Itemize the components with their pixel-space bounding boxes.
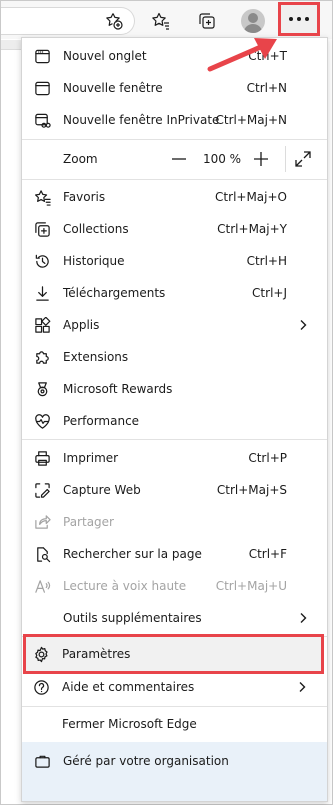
collections-icon	[33, 220, 51, 238]
menu-item-collections[interactable]: Collections Ctrl+Maj+Y	[22, 213, 327, 245]
menu-item-history[interactable]: Historique Ctrl+H	[22, 245, 327, 277]
menu-item-help-and-feedback[interactable]: Aide et commentaires	[21, 671, 326, 703]
menu-item-label: Favoris	[63, 190, 106, 204]
menu-item-shortcut: Ctrl+H	[246, 254, 287, 268]
menu-item-shortcut: Ctrl+Maj+U	[215, 579, 287, 593]
menu-item-find-on-page[interactable]: Rechercher sur la page Ctrl+F	[22, 538, 327, 570]
plus-icon	[254, 152, 268, 166]
menu-item-label: Extensions	[63, 350, 129, 364]
menu-item-shortcut: Ctrl+Maj+N	[215, 113, 287, 127]
managed-by-organization[interactable]: Géré par votre organisation	[22, 742, 327, 801]
menu-item-label: Microsoft Rewards	[63, 382, 173, 396]
printer-icon	[33, 449, 51, 467]
menu-divider	[22, 179, 327, 180]
menu-item-shortcut: Ctrl+J	[252, 286, 287, 300]
inprivate-icon	[33, 111, 51, 129]
menu-item-shortcut: Ctrl+Maj+S	[216, 483, 287, 497]
menu-item-label: Partager	[63, 515, 114, 529]
minus-icon	[172, 158, 186, 160]
zoom-divider	[285, 146, 286, 172]
menu-item-zoom: Zoom 100 %	[22, 140, 327, 178]
menu-item-microsoft-rewards[interactable]: Microsoft Rewards	[22, 373, 327, 405]
menu-item-web-capture[interactable]: Capture Web Ctrl+Maj+S	[22, 474, 327, 506]
find-icon	[33, 545, 51, 563]
menu-item-label: Historique	[63, 254, 125, 268]
chevron-right-icon	[296, 681, 308, 693]
chevron-right-icon	[297, 319, 309, 331]
menu-item-apps[interactable]: Applis	[22, 309, 327, 341]
menu-item-new-inprivate-window[interactable]: Nouvelle fenêtre InPrivate Ctrl+Maj+N	[22, 104, 327, 136]
read-aloud-icon	[33, 577, 51, 595]
zoom-value: 100 %	[202, 152, 242, 166]
menu-item-read-aloud[interactable]: Lecture à voix haute Ctrl+Maj+U	[22, 570, 327, 602]
menu-item-label: Performance	[63, 414, 140, 428]
menu-item-more-tools[interactable]: Outils supplémentaires	[22, 602, 327, 634]
menu-item-label: Capture Web	[63, 483, 141, 497]
menu-item-shortcut: Ctrl+F	[248, 547, 287, 561]
menu-item-label: Nouvelle fenêtre	[63, 81, 163, 95]
menu-item-label: Rechercher sur la page	[63, 547, 202, 561]
menu-item-downloads[interactable]: Téléchargements Ctrl+J	[22, 277, 327, 309]
web-capture-icon	[33, 481, 51, 499]
zoom-in-button[interactable]	[251, 149, 271, 169]
apps-icon	[33, 316, 51, 334]
gear-icon	[32, 645, 50, 663]
menu-item-label: Géré par votre organisation	[63, 754, 229, 768]
menu-item-label: Outils supplémentaires	[63, 611, 202, 625]
menu-item-label: Nouvel onglet	[63, 49, 147, 63]
menu-item-label: Collections	[63, 222, 129, 236]
menu-item-shortcut: Ctrl+Maj+Y	[217, 222, 287, 236]
fullscreen-icon	[295, 151, 311, 167]
favorites-button[interactable]	[145, 5, 177, 37]
new-tab-icon	[33, 47, 51, 65]
menu-item-label: Lecture à voix haute	[63, 579, 187, 593]
fullscreen-button[interactable]	[293, 149, 313, 169]
more-icon	[289, 17, 309, 21]
menu-item-label: Fermer Microsoft Edge	[62, 717, 197, 731]
extensions-icon	[33, 348, 51, 366]
menu-item-close-edge[interactable]: Fermer Microsoft Edge	[21, 708, 326, 740]
history-icon	[33, 252, 51, 270]
menu-item-label: Applis	[63, 318, 100, 332]
menu-item-label: Téléchargements	[63, 286, 166, 300]
menu-item-print[interactable]: Imprimer Ctrl+P	[22, 442, 327, 474]
menu-item-favorites[interactable]: Favoris Ctrl+Maj+O	[22, 181, 327, 213]
menu-item-settings[interactable]: Paramètres	[21, 638, 326, 670]
download-icon	[33, 284, 51, 302]
add-favorite-button[interactable]	[98, 5, 130, 37]
zoom-label: Zoom	[63, 152, 98, 166]
menu-item-performance[interactable]: Performance	[22, 405, 327, 437]
add-favorite-icon	[106, 13, 123, 30]
menu-item-label: Nouvelle fenêtre InPrivate	[63, 113, 220, 127]
menu-item-extensions[interactable]: Extensions	[22, 341, 327, 373]
help-icon	[32, 678, 50, 696]
rewards-icon	[33, 380, 51, 398]
zoom-out-button[interactable]	[169, 149, 189, 169]
briefcase-icon	[33, 752, 51, 770]
menu-divider	[22, 439, 327, 440]
favorites-icon	[33, 188, 51, 206]
share-icon	[33, 513, 51, 531]
managed-row: Géré par votre organisation	[22, 745, 327, 777]
menu-divider	[22, 706, 327, 707]
performance-icon	[33, 412, 51, 430]
menu-item-label: Imprimer	[63, 451, 119, 465]
menu-item-share[interactable]: Partager	[22, 506, 327, 538]
chevron-right-icon	[297, 612, 309, 624]
menu-item-shortcut: Ctrl+Maj+O	[215, 190, 287, 204]
favorites-icon	[152, 12, 169, 30]
menu-item-label: Paramètres	[62, 647, 131, 661]
tab-strip-edge	[1, 40, 21, 50]
annotation-arrow	[207, 38, 277, 72]
new-window-icon	[33, 79, 51, 97]
menu-item-shortcut: Ctrl+P	[248, 451, 287, 465]
menu-item-label: Aide et commentaires	[62, 680, 195, 694]
